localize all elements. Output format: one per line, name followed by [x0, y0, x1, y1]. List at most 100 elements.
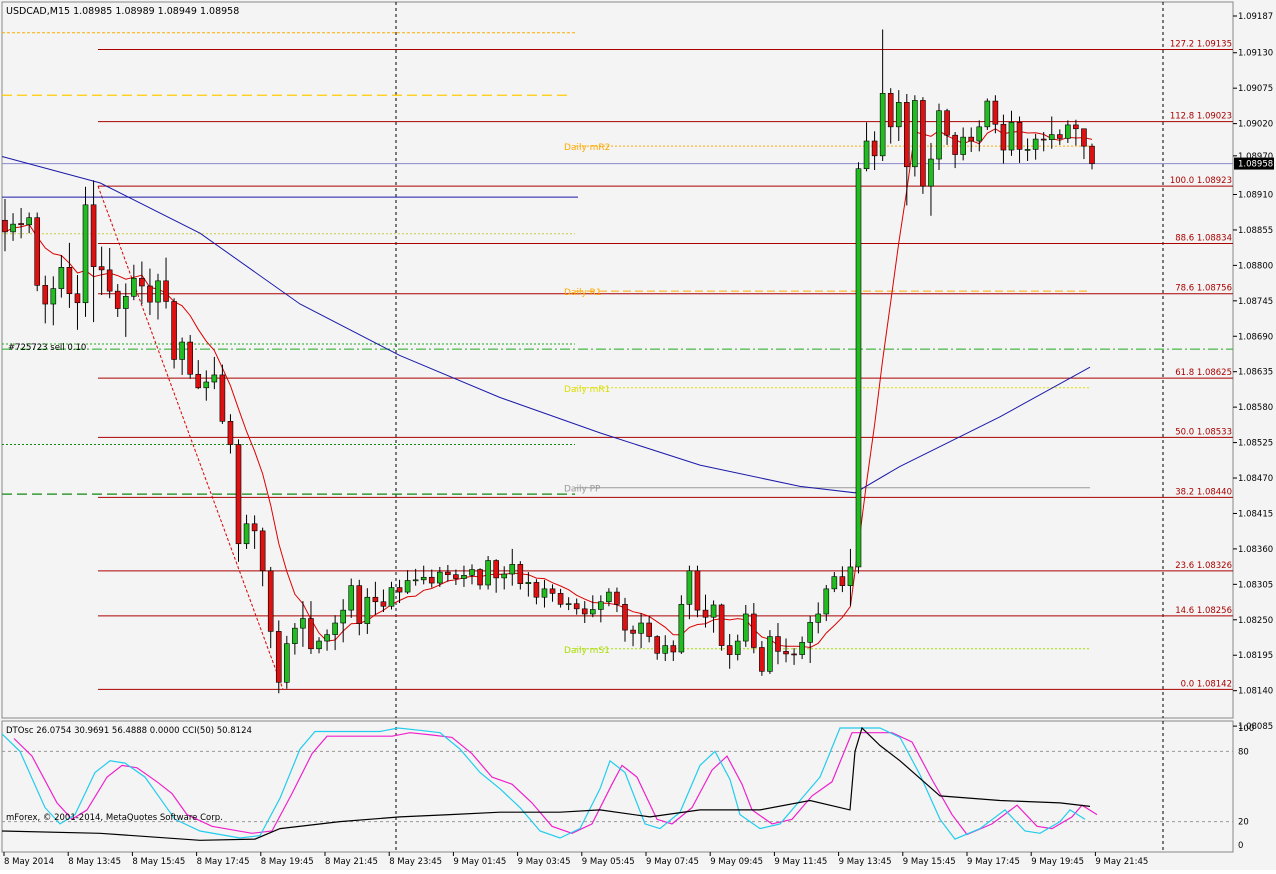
fib-level-label: 100.0 1.08923 [1170, 176, 1232, 186]
candle-body [509, 564, 516, 575]
candle-body [759, 647, 765, 672]
y-tick-label: 1.08800 [1238, 261, 1273, 271]
candle-body [879, 93, 886, 157]
candle-body [219, 374, 226, 422]
candle-body [734, 640, 741, 655]
candle-body [445, 571, 451, 575]
candle-body [686, 570, 693, 605]
candle-body [1024, 149, 1031, 151]
candle-body [243, 523, 250, 545]
x-tick-label: 9 May 19:45 [1031, 857, 1084, 867]
candle-body [557, 593, 564, 605]
candle-body [1016, 122, 1023, 150]
candle-body [573, 603, 580, 610]
candle-body [203, 381, 210, 389]
chart-svg[interactable]: 127.2 1.09135 112.8 1.09023 100.0 1.08923 8… [0, 0, 1276, 870]
fib-level-label: 50.0 1.08533 [1175, 427, 1232, 437]
candle-body [469, 569, 475, 576]
candle-body [622, 604, 628, 631]
candle-body [50, 288, 57, 305]
candle-body [863, 140, 870, 170]
candle-body [751, 613, 757, 648]
candle-body [1089, 145, 1095, 164]
y-tick-label: 1.08470 [1238, 474, 1273, 484]
candle-body [670, 645, 677, 653]
candle-body [726, 645, 733, 655]
x-tick-label: 9 May 01:45 [453, 857, 506, 867]
y-tick-label: 1.08745 [1238, 297, 1273, 307]
candle-body [799, 642, 805, 655]
candle-body [251, 523, 258, 532]
candle-body [606, 591, 612, 603]
pivot-label: Daily mS1 [564, 646, 610, 656]
x-tick-label: 9 May 15:45 [903, 857, 956, 867]
x-tick-label: 8 May 2014 [4, 857, 54, 867]
y-tick-label: 1.08580 [1238, 403, 1273, 413]
candle-body [646, 622, 652, 637]
candle-body [284, 643, 290, 683]
candle-body [1073, 124, 1079, 130]
candle-body [807, 622, 813, 643]
candle-body [340, 609, 346, 624]
candle-body [155, 280, 161, 303]
candle-body [662, 645, 669, 654]
candle-body [984, 100, 991, 128]
candle-body [195, 373, 202, 389]
candle-body [380, 601, 387, 607]
candle-body [106, 269, 113, 292]
y-tick-label: 1.08525 [1238, 439, 1273, 449]
candle-body [992, 100, 999, 125]
candle-body [783, 651, 789, 655]
candle-body [775, 636, 781, 652]
x-tick-label: 8 May 19:45 [261, 857, 314, 867]
candle-body [678, 604, 685, 653]
candle-body [1081, 128, 1087, 147]
indicator-tick-label: 100 [1238, 724, 1254, 734]
y-tick-label: 1.09075 [1238, 84, 1273, 94]
candle-body [598, 601, 604, 610]
candle-body [920, 100, 926, 187]
candle-body [895, 102, 902, 128]
x-tick-label: 8 May 23:45 [389, 857, 442, 867]
x-tick-label: 9 May 17:45 [967, 857, 1020, 867]
fib-level-label: 127.2 1.09135 [1170, 40, 1232, 50]
candle-body [420, 576, 427, 581]
candle-body [791, 653, 797, 656]
copyright-label: mForex, © 2001-2014, MetaQuotes Software… [6, 813, 223, 823]
candle-body [968, 136, 975, 142]
pivot-label: Daily PP [564, 485, 601, 495]
candle-body [928, 158, 934, 187]
candle-body [638, 622, 644, 634]
candle-body [1048, 134, 1055, 141]
candle-body [316, 640, 322, 650]
x-tick-label: 8 May 13:45 [68, 857, 121, 867]
x-tick-label: 8 May 15:45 [132, 857, 185, 867]
indicator-tick-label: 80 [1238, 747, 1249, 757]
candle-body [163, 280, 169, 302]
chart-header: USDCAD,M15 1.08985 1.08989 1.08949 1.089… [6, 6, 239, 17]
fib-level-label: 61.8 1.08625 [1175, 368, 1232, 378]
candle-body [42, 285, 49, 305]
y-tick-label: 1.08360 [1238, 545, 1273, 555]
candle-body [839, 576, 846, 586]
candle-body [1032, 138, 1039, 150]
y-tick-label: 1.09187 [1238, 12, 1273, 22]
candle-body [58, 267, 65, 289]
candle-body [396, 587, 403, 593]
candle-body [332, 622, 338, 635]
candle-body [912, 100, 918, 168]
chart-window[interactable]: 127.2 1.09135 112.8 1.09023 100.0 1.08923 8… [0, 0, 1276, 870]
candle-body [436, 571, 443, 584]
fib-level-label: 23.6 1.08326 [1175, 561, 1232, 571]
indicator-tick-label: 20 [1238, 818, 1249, 828]
candle-body [227, 421, 234, 445]
candle-body [90, 204, 97, 267]
candle-body [485, 560, 491, 586]
candle-body [131, 277, 137, 297]
candle-body [2, 219, 8, 233]
x-tick-label: 9 May 05:45 [582, 857, 635, 867]
y-tick-label: 1.08250 [1238, 616, 1273, 626]
candle-body [517, 564, 524, 585]
candle-body [235, 444, 242, 545]
candle-body [18, 223, 24, 226]
